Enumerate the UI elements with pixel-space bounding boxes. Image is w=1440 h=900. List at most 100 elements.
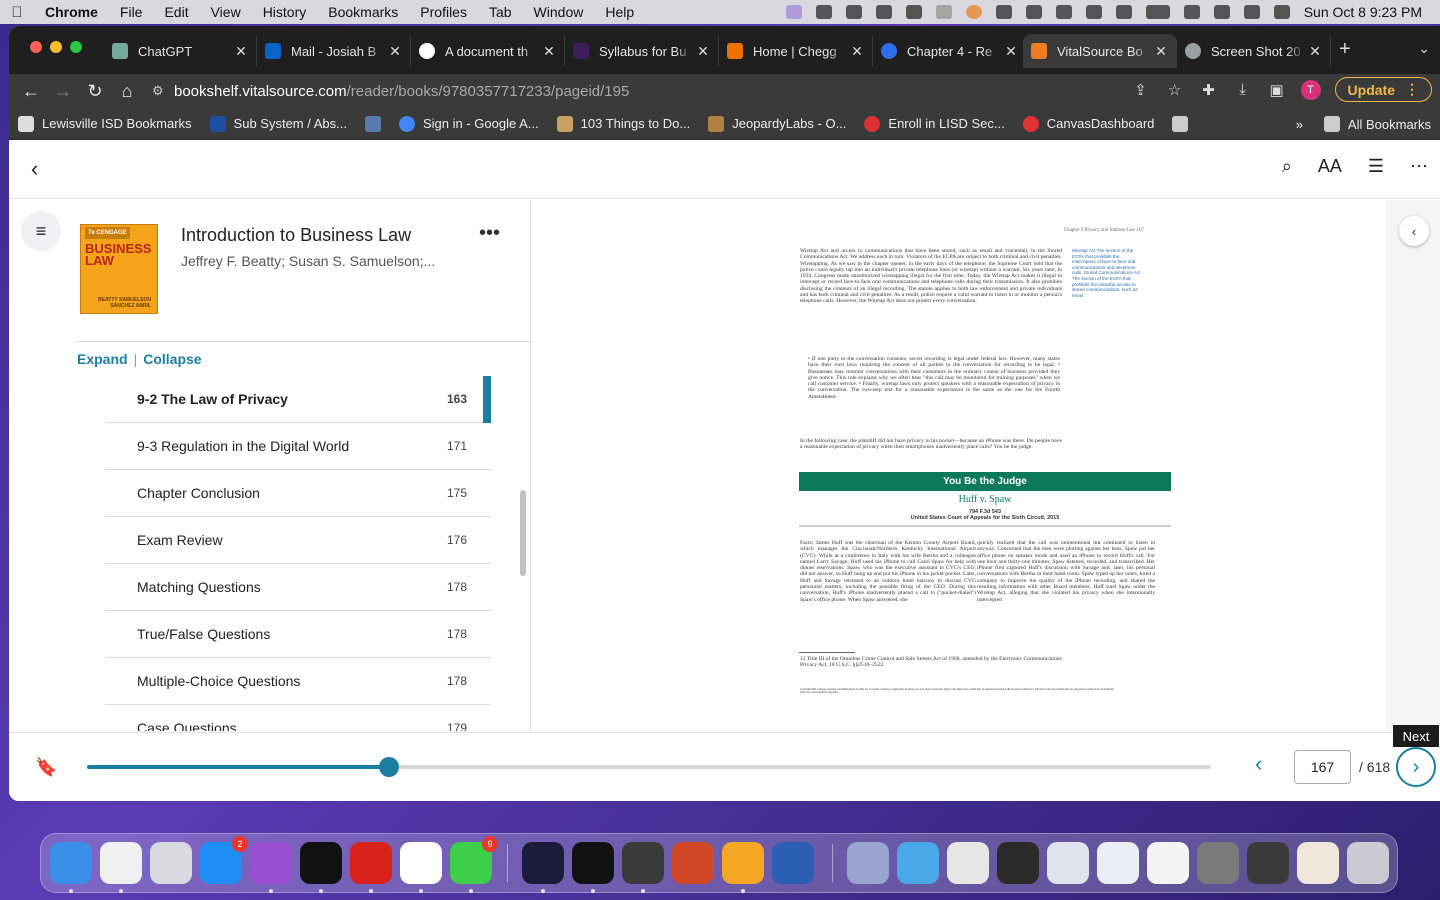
- word-icon[interactable]: [772, 842, 814, 884]
- book-options-icon[interactable]: •••: [479, 222, 500, 245]
- toc-item-true-false[interactable]: True/False Questions 178: [105, 611, 491, 658]
- battery-icon[interactable]: [1145, 5, 1170, 19]
- toc-item-chapter-conclusion[interactable]: Chapter Conclusion 175: [105, 470, 491, 517]
- status-icon[interactable]: [785, 5, 802, 19]
- powerpoint-icon[interactable]: [672, 842, 714, 884]
- bookmark-icon[interactable]: 🔖: [35, 757, 57, 778]
- close-tab-icon[interactable]: ✕: [1002, 43, 1020, 60]
- tab-chapter4[interactable]: Chapter 4 - Re ✕: [873, 36, 1027, 66]
- new-tab-icon[interactable]: +: [1339, 38, 1351, 61]
- tab-mail[interactable]: Mail - Josiah B ✕: [257, 36, 411, 66]
- menu-toggle-button[interactable]: ≡: [21, 211, 61, 251]
- close-window-button[interactable]: [30, 41, 42, 53]
- bookmark-folder-lisd[interactable]: Lewisville ISD Bookmarks: [9, 115, 201, 132]
- side-panel-icon[interactable]: ▣: [1267, 80, 1287, 100]
- close-tab-icon[interactable]: ✕: [694, 43, 712, 60]
- extensions-icon[interactable]: ✚: [1199, 80, 1219, 100]
- site-info-icon[interactable]: ⚙: [152, 83, 174, 99]
- status-icon[interactable]: [905, 5, 922, 19]
- tab-vitalsource[interactable]: VitalSource Bo ✕: [1023, 34, 1177, 68]
- keynote-icon[interactable]: [722, 842, 764, 884]
- status-icon[interactable]: [935, 5, 952, 19]
- back-icon[interactable]: ←: [15, 77, 47, 105]
- tab-syllabus[interactable]: Syllabus for Bu ✕: [565, 36, 719, 66]
- tab-search-chevron-icon[interactable]: ⌄: [1418, 40, 1430, 57]
- menu-profiles[interactable]: Profiles: [409, 4, 478, 20]
- control-center-icon[interactable]: [1273, 5, 1290, 19]
- menu-file[interactable]: File: [109, 4, 154, 20]
- bookmark-folder[interactable]: [1163, 115, 1205, 132]
- bookmark-google-signin[interactable]: Sign in - Google A...: [390, 115, 548, 132]
- spotify-icon[interactable]: [572, 842, 614, 884]
- page-number-input[interactable]: 167: [1294, 750, 1351, 784]
- close-tab-icon[interactable]: ✕: [1152, 43, 1170, 60]
- volume-icon[interactable]: [1085, 5, 1102, 19]
- chrome-icon[interactable]: [400, 842, 442, 884]
- toc-item-law-of-privacy[interactable]: 9-2 The Law of Privacy 163: [105, 376, 491, 423]
- close-tab-icon[interactable]: ✕: [1306, 43, 1324, 60]
- menu-history[interactable]: History: [252, 4, 318, 20]
- folder-icon[interactable]: [897, 842, 939, 884]
- tab-chatgpt[interactable]: ChatGPT ✕: [104, 36, 257, 66]
- screenshot-5-icon[interactable]: [1197, 842, 1239, 884]
- bookmark-jeopardylabs[interactable]: JeopardyLabs - O...: [699, 115, 855, 132]
- bookmark-star-icon[interactable]: ☆: [1165, 80, 1185, 100]
- siri-icon[interactable]: [1243, 5, 1260, 19]
- reload-icon[interactable]: ↻: [79, 77, 111, 105]
- screenshot-4-icon[interactable]: [1147, 842, 1189, 884]
- status-icon[interactable]: [875, 5, 892, 19]
- back-chevron-icon[interactable]: ‹: [31, 156, 38, 182]
- acrobat-icon[interactable]: [350, 842, 392, 884]
- apple-icon[interactable]: : [0, 4, 34, 21]
- menu-help[interactable]: Help: [594, 4, 645, 20]
- airdrop-icon[interactable]: [1055, 5, 1072, 19]
- status-icon[interactable]: [815, 5, 832, 19]
- more-options-icon[interactable]: ⋯: [1410, 156, 1428, 177]
- bookmark-icon-only[interactable]: [356, 115, 390, 132]
- toc-item-matching[interactable]: Matching Questions 178: [105, 564, 491, 611]
- bookmark-enroll-lisd[interactable]: Enroll in LISD Sec...: [855, 115, 1013, 132]
- screenshot-6-icon[interactable]: [1247, 842, 1289, 884]
- toc-item-regulation-digital[interactable]: 9-3 Regulation in the Digital World 171: [105, 423, 491, 470]
- expand-link[interactable]: Expand: [77, 351, 128, 367]
- keychain-icon[interactable]: [622, 842, 664, 884]
- screenshot-3-icon[interactable]: [1097, 842, 1139, 884]
- apple-tv-icon[interactable]: [300, 842, 342, 884]
- toc-scrollbar[interactable]: [520, 490, 526, 576]
- page-progress-slider[interactable]: [87, 757, 1211, 777]
- download-icon[interactable]: ⤓: [1233, 80, 1253, 100]
- status-icon[interactable]: [965, 5, 982, 19]
- messages-icon[interactable]: 9: [450, 836, 498, 884]
- toc-item-case-questions[interactable]: Case Questions 179: [105, 705, 491, 731]
- webex-icon[interactable]: [522, 842, 564, 884]
- podcasts-icon[interactable]: [250, 842, 292, 884]
- next-page-button[interactable]: ›: [1396, 747, 1436, 787]
- tab-chegg[interactable]: Home | Chegg ✕: [719, 36, 873, 66]
- photos-like-icon[interactable]: [100, 842, 142, 884]
- menu-window[interactable]: Window: [523, 4, 595, 20]
- share-icon[interactable]: ⇪: [1131, 80, 1151, 100]
- close-tab-icon[interactable]: ✕: [540, 43, 558, 60]
- collapse-panel-button[interactable]: ‹: [1399, 216, 1429, 246]
- profile-avatar[interactable]: T: [1300, 79, 1321, 100]
- menu-clock[interactable]: Sun Oct 8 9:23 PM: [1304, 4, 1422, 20]
- slider-knob[interactable]: [379, 757, 400, 777]
- menu-bookmarks[interactable]: Bookmarks: [317, 4, 409, 20]
- trash-icon[interactable]: [1347, 842, 1389, 884]
- close-tab-icon[interactable]: ✕: [848, 43, 866, 60]
- bookmark-103-things[interactable]: 103 Things to Do...: [548, 115, 700, 132]
- bookmark-sub-system[interactable]: Sub System / Abs...: [201, 115, 356, 132]
- collapse-link[interactable]: Collapse: [143, 351, 201, 367]
- png-file-icon[interactable]: [947, 842, 989, 884]
- wifi-icon[interactable]: [1183, 5, 1200, 19]
- notes-star-icon[interactable]: ☰: [1368, 156, 1384, 177]
- finder-icon[interactable]: [50, 842, 92, 884]
- previous-page-icon[interactable]: ‹: [1255, 751, 1262, 777]
- forward-icon[interactable]: →: [47, 77, 79, 105]
- launchpad-icon[interactable]: [150, 842, 192, 884]
- screenshot-7-icon[interactable]: [1297, 842, 1339, 884]
- tab-screenshot[interactable]: Screen Shot 20 ✕: [1177, 36, 1331, 66]
- update-button[interactable]: Update ⋮: [1334, 77, 1432, 102]
- toc-item-exam-review[interactable]: Exam Review 176: [105, 517, 491, 564]
- all-bookmarks[interactable]: All Bookmarks: [1315, 116, 1440, 132]
